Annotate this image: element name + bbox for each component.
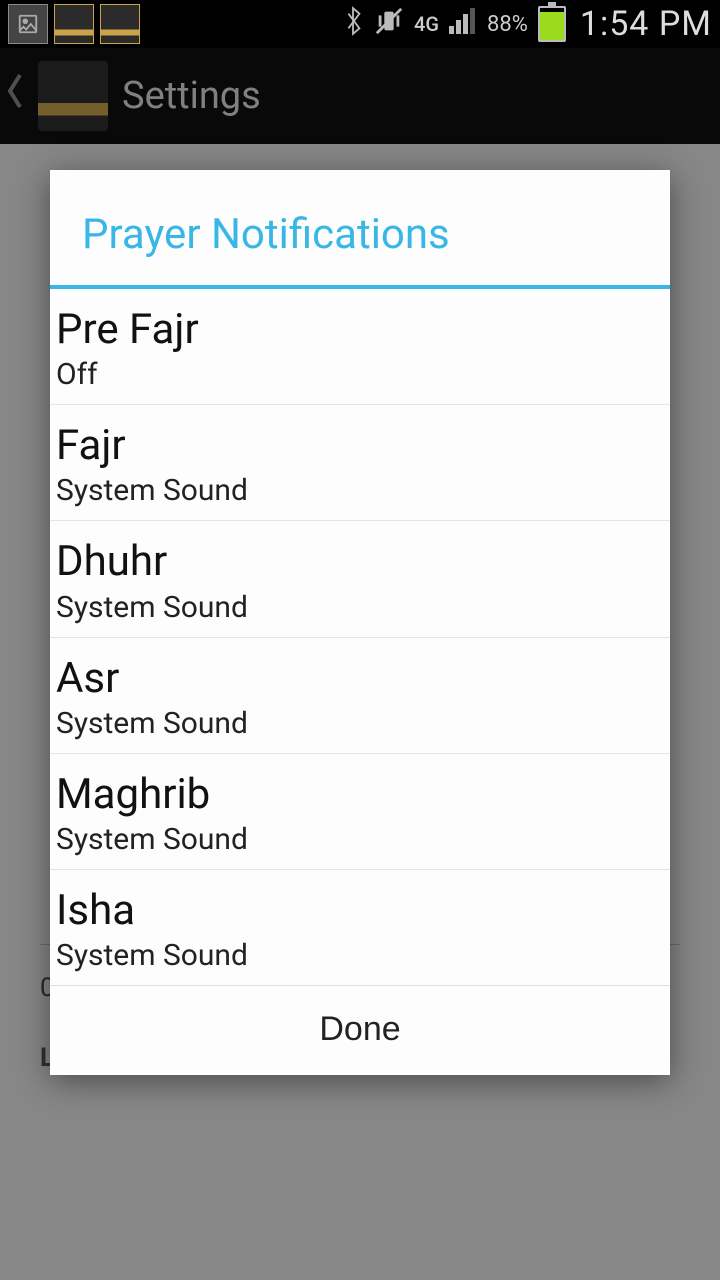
dialog-title: Prayer Notifications [50, 170, 670, 285]
prayer-item-title: Pre Fajr [56, 307, 664, 353]
status-bar: 4G 88% 1:54 PM [0, 0, 720, 48]
battery-icon [538, 6, 566, 42]
prayer-item-asr[interactable]: Asr System Sound [50, 638, 670, 754]
battery-percent-label: 88% [487, 12, 528, 37]
prayer-item-value: System Sound [56, 938, 664, 973]
vibrate-icon [374, 6, 404, 43]
kaaba-notification-icon [54, 4, 94, 44]
network-type-label: 4G [414, 14, 439, 34]
dialog-list: Pre Fajr Off Fajr System Sound Dhuhr Sys… [50, 289, 670, 986]
prayer-item-pre-fajr[interactable]: Pre Fajr Off [50, 289, 670, 405]
battery-fill [540, 12, 564, 40]
prayer-item-value: Off [56, 357, 664, 392]
prayer-item-isha[interactable]: Isha System Sound [50, 870, 670, 986]
prayer-item-fajr[interactable]: Fajr System Sound [50, 405, 670, 521]
bluetooth-icon [342, 6, 364, 43]
dialog-footer: Done [50, 986, 670, 1075]
gallery-notification-icon [8, 4, 48, 44]
prayer-item-value: System Sound [56, 706, 664, 741]
prayer-item-title: Fajr [56, 423, 664, 469]
prayer-item-title: Isha [56, 888, 664, 934]
prayer-item-title: Dhuhr [56, 539, 664, 585]
prayer-notifications-dialog: Prayer Notifications Pre Fajr Off Fajr S… [50, 170, 670, 1075]
prayer-item-value: System Sound [56, 590, 664, 625]
clock-label: 1:54 PM [580, 4, 712, 44]
prayer-item-value: System Sound [56, 473, 664, 508]
prayer-item-value: System Sound [56, 822, 664, 857]
prayer-item-title: Asr [56, 656, 664, 702]
done-button[interactable]: Done [319, 1010, 400, 1049]
prayer-item-maghrib[interactable]: Maghrib System Sound [50, 754, 670, 870]
kaaba-notification-icon [100, 4, 140, 44]
prayer-item-title: Maghrib [56, 772, 664, 818]
signal-icon [449, 8, 477, 41]
prayer-item-dhuhr[interactable]: Dhuhr System Sound [50, 521, 670, 637]
